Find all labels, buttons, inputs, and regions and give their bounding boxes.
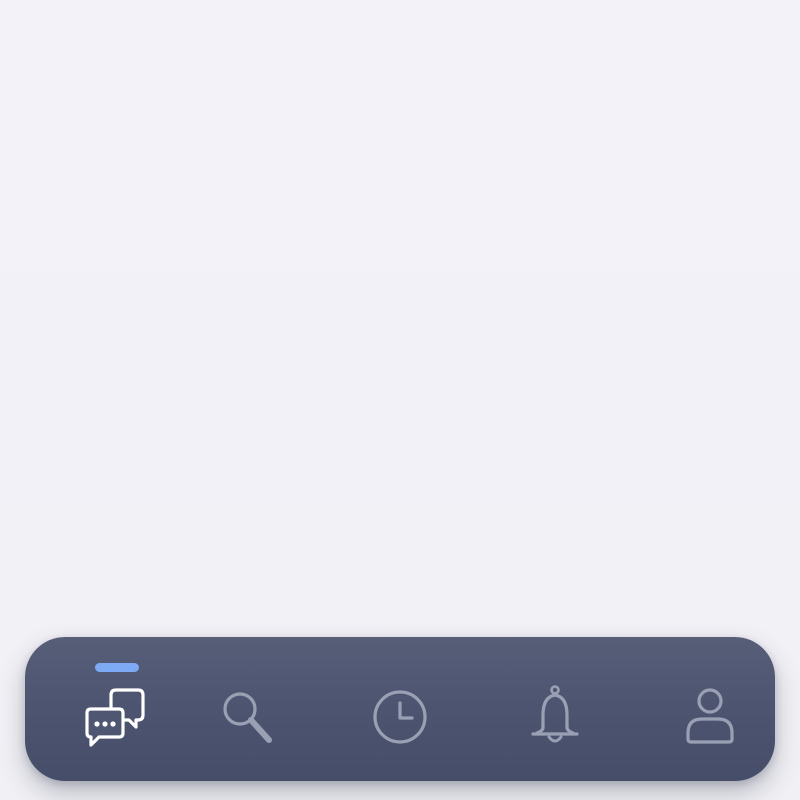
active-tab-indicator	[95, 663, 139, 672]
tab-search[interactable]	[190, 637, 340, 781]
chat-bubbles-icon	[85, 688, 145, 747]
person-icon	[686, 688, 734, 744]
bottom-tab-bar	[25, 637, 775, 781]
tab-notifications[interactable]	[480, 637, 630, 781]
bell-icon	[531, 685, 579, 743]
app-screen	[0, 0, 800, 800]
clock-icon	[373, 690, 427, 744]
tab-profile[interactable]	[635, 637, 785, 781]
search-icon	[223, 692, 272, 743]
tab-chats[interactable]	[50, 637, 200, 781]
tab-history[interactable]	[325, 637, 475, 781]
